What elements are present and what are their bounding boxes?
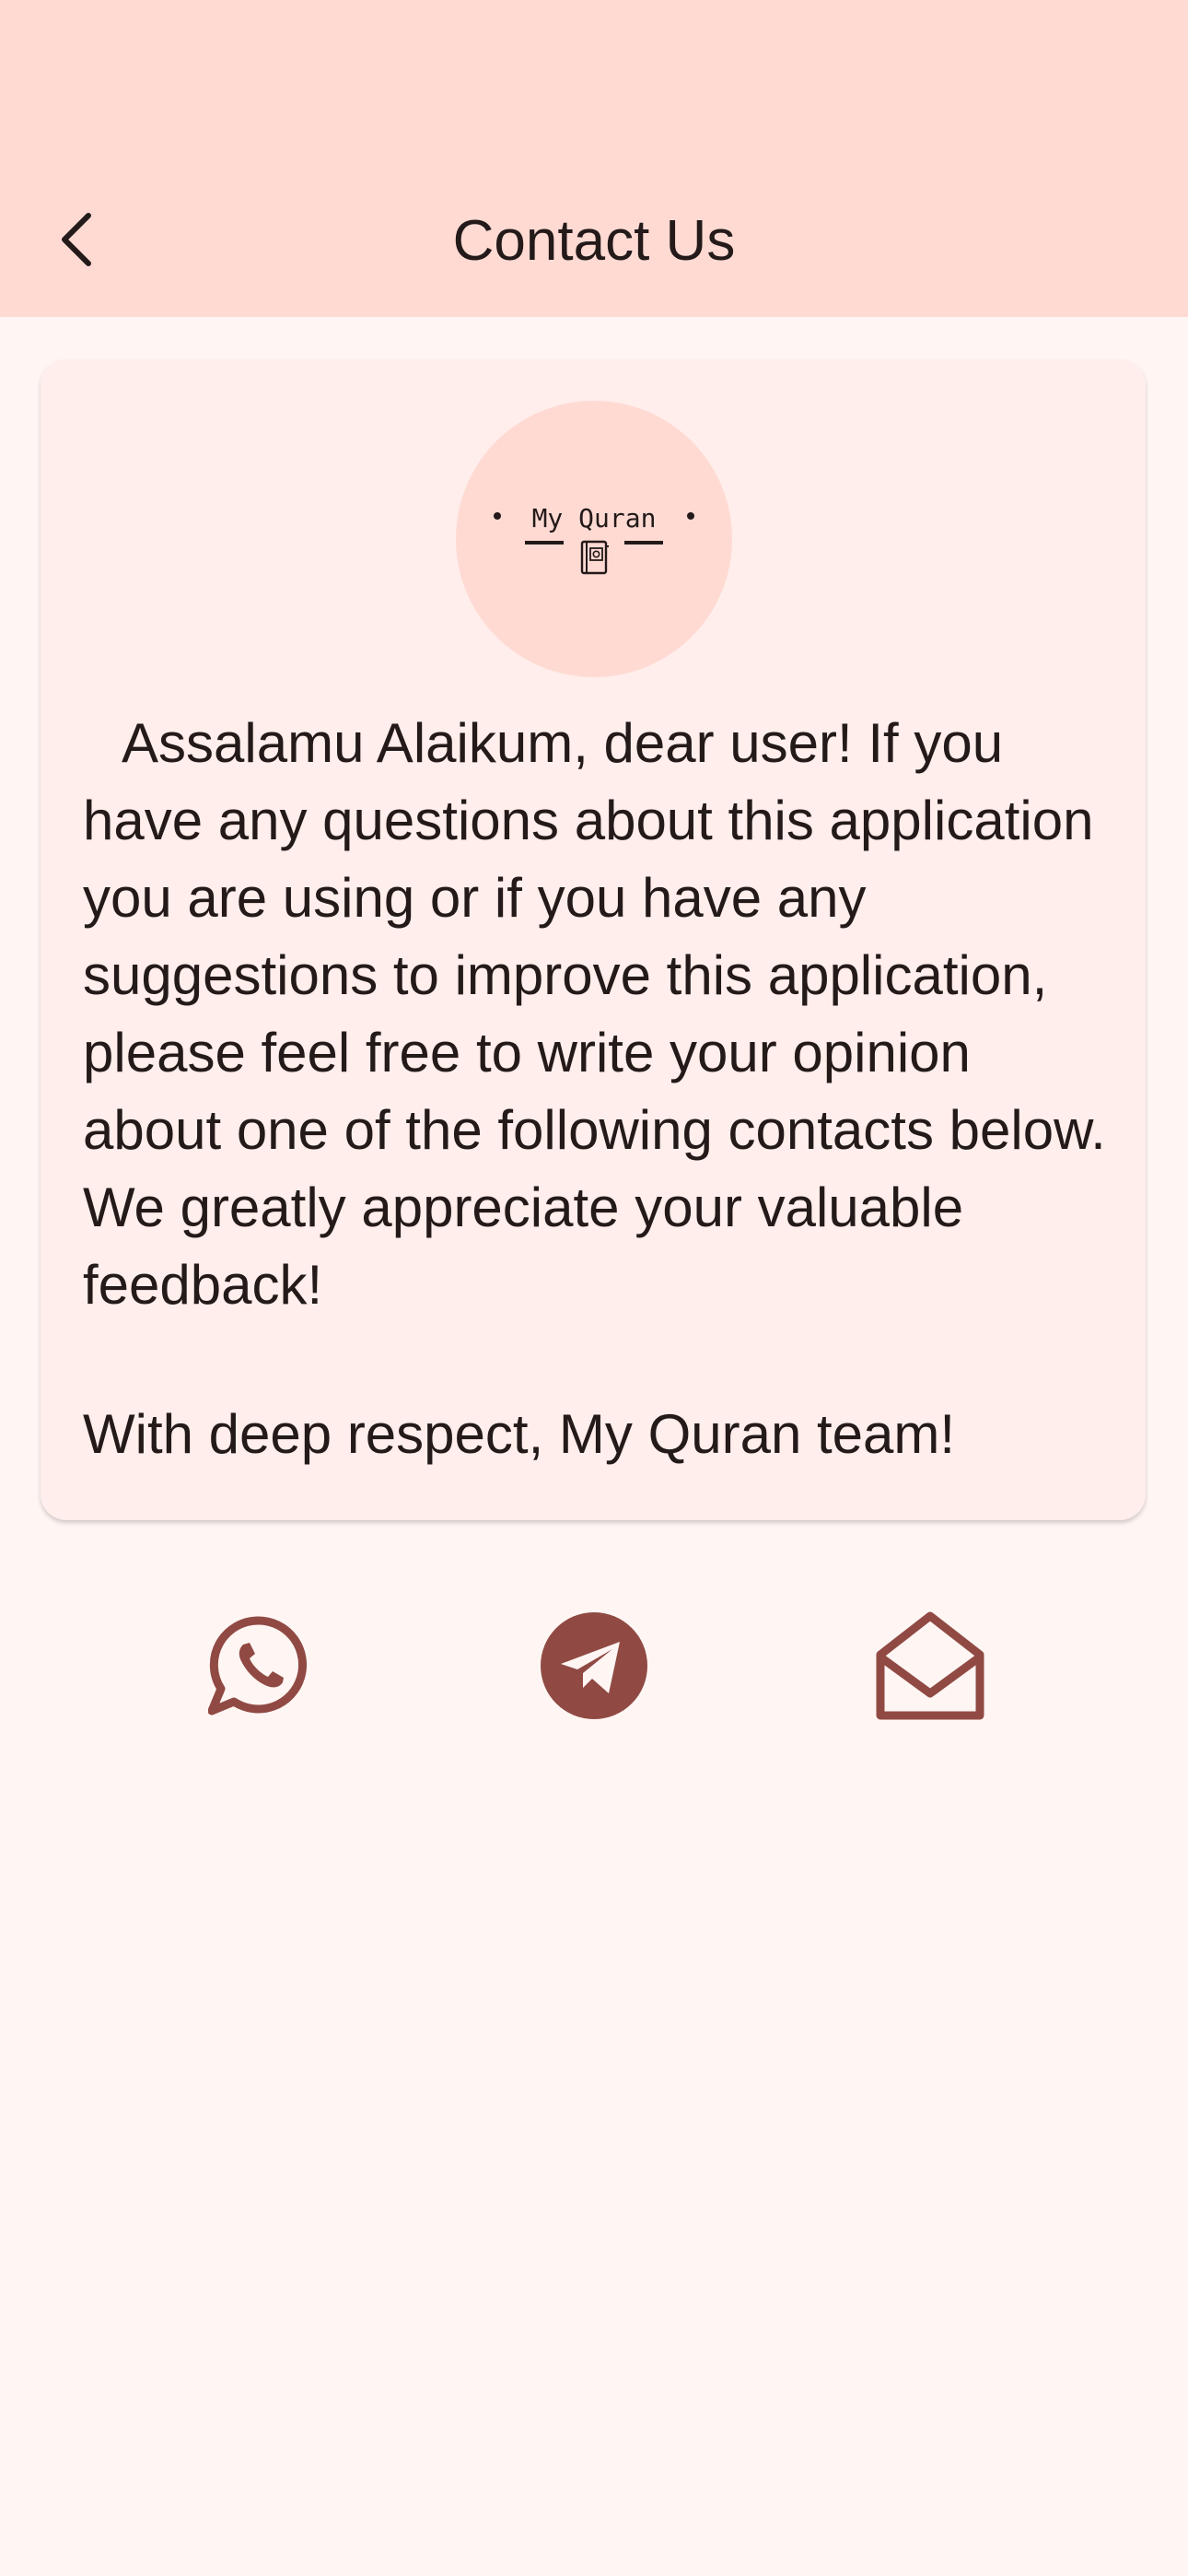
email-icon	[873, 1609, 987, 1727]
app-bar: Contact Us	[0, 0, 1188, 317]
intro-message: Assalamu Alaikum, dear user! If you have…	[83, 712, 1106, 1316]
logo-divider	[525, 541, 564, 544]
app-logo: My Quran	[456, 401, 732, 677]
whatsapp-icon	[207, 1615, 309, 1721]
email-button[interactable]	[866, 1603, 995, 1732]
signature-message: With deep respect, My Quran team!	[83, 1403, 956, 1465]
page-title: Contact Us	[452, 209, 736, 273]
quran-book-icon	[578, 539, 611, 580]
telegram-icon	[539, 1610, 649, 1726]
whatsapp-button[interactable]	[194, 1603, 323, 1732]
logo-dot	[687, 512, 694, 520]
telegram-button[interactable]	[530, 1603, 658, 1732]
logo-divider	[624, 541, 663, 544]
info-card: My Quran Assalamu Alaikum, dear user! If…	[41, 359, 1146, 1520]
